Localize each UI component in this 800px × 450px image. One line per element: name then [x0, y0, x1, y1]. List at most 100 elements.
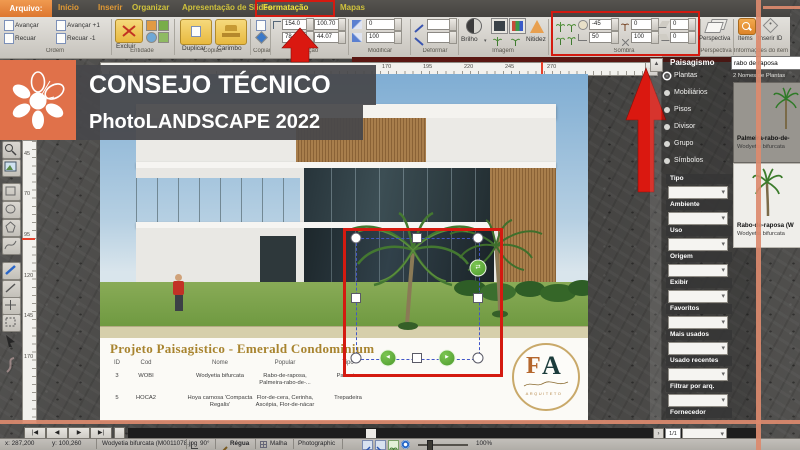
- rectangle-tool-button[interactable]: [2, 183, 21, 201]
- selection-handle-bc[interactable]: [412, 353, 422, 363]
- rotate-left-button[interactable]: ◄: [379, 349, 397, 367]
- selection-handle-tc[interactable]: [412, 233, 422, 243]
- category-grupo[interactable]: Grupo: [664, 138, 693, 150]
- pos-y-spinner[interactable]: [338, 18, 346, 31]
- color-image-icon[interactable]: [509, 18, 526, 34]
- plant-entity-icon[interactable]: [158, 20, 169, 31]
- target-zoom-icon[interactable]: [401, 439, 410, 449]
- inserir-id-button[interactable]: Inserir ID: [758, 36, 782, 42]
- pen-tool-button[interactable]: [2, 262, 21, 280]
- selection-handle-tr[interactable]: [472, 232, 484, 244]
- filter-combo-tipo[interactable]: [668, 186, 728, 199]
- recuar-button[interactable]: Recuar: [15, 35, 36, 42]
- filter-combo-exibir[interactable]: [668, 290, 728, 303]
- regua-toggle[interactable]: Régua: [230, 440, 249, 447]
- recuar-1-button[interactable]: Recuar -1: [67, 35, 96, 42]
- perspectiva-button[interactable]: Perspectiva: [699, 36, 730, 42]
- filter-combo-filtrar-arq[interactable]: [668, 394, 728, 407]
- nitidez-button[interactable]: Nitidez: [526, 36, 546, 43]
- deform-x-field[interactable]: [427, 19, 451, 30]
- sidebar-scrollbar[interactable]: [650, 72, 661, 420]
- category-pisos[interactable]: Pisos: [664, 104, 691, 116]
- rotation-field[interactable]: 0: [366, 19, 396, 30]
- plant-card-1[interactable]: Palmeira-rabo-de- Wodyetia bifurcata: [733, 82, 800, 163]
- group-plant-icon[interactable]: [158, 32, 169, 43]
- menu-organizar[interactable]: Organizar: [132, 3, 169, 12]
- ellipse-tool-button[interactable]: [2, 201, 21, 219]
- category-mobiliarios[interactable]: Mobiliários: [664, 87, 707, 99]
- zoom-tool-button[interactable]: [2, 141, 21, 159]
- image-tool-button[interactable]: [2, 159, 21, 177]
- polygon-tool-button[interactable]: [2, 219, 21, 237]
- brilho-button[interactable]: Brilho: [461, 36, 478, 43]
- category-divisor[interactable]: Divisor: [664, 121, 695, 133]
- deform-pen2-icon[interactable]: [414, 33, 424, 46]
- filter-combo-uso[interactable]: [668, 238, 728, 251]
- edit-blue-icon[interactable]: [362, 440, 373, 450]
- plant-tool2-icon[interactable]: [511, 33, 520, 46]
- horizontal-scrollbar-thumb[interactable]: [366, 429, 376, 438]
- file-menu-button[interactable]: Arquivo:: [0, 0, 52, 17]
- opacity-field[interactable]: 100: [366, 32, 396, 43]
- status-separator: [293, 439, 294, 449]
- flip-vertical-icon[interactable]: [352, 33, 362, 42]
- deform-pen-icon[interactable]: [414, 20, 424, 33]
- menu-inicio[interactable]: Início: [58, 3, 79, 12]
- filter-label-uso: Uso: [666, 226, 732, 236]
- sidebar-scroll-up-button[interactable]: ▲: [650, 58, 663, 72]
- visibility-eye-icon[interactable]: [146, 32, 157, 43]
- deform-y-spinner[interactable]: [449, 31, 457, 44]
- line-tool-button[interactable]: [2, 280, 21, 298]
- selection-handle-mr[interactable]: [473, 293, 483, 303]
- copy-icon[interactable]: [256, 20, 266, 31]
- move-tool-button[interactable]: [2, 297, 21, 315]
- malha-toggle[interactable]: Malha: [270, 440, 287, 447]
- entity-icon[interactable]: [146, 20, 157, 31]
- zoom-slider-track[interactable]: [418, 444, 468, 446]
- filter-combo-origem[interactable]: [668, 264, 728, 277]
- arrow-tool-icon[interactable]: [4, 334, 18, 353]
- search-input[interactable]: [731, 56, 800, 70]
- overlay-subtitle: PhotoLANDSCAPE 2022: [76, 105, 363, 140]
- group-label-deformar: Deformar: [422, 48, 448, 54]
- avancar-button[interactable]: Avançar: [15, 22, 39, 29]
- selection-handle-br[interactable]: [472, 352, 484, 364]
- mirror-handle-button[interactable]: ⇄: [469, 259, 487, 277]
- rotate-right-button[interactable]: ►: [438, 349, 456, 367]
- avancar-1-button[interactable]: Avançar +1: [67, 22, 100, 29]
- flip-horizontal-icon[interactable]: [352, 20, 362, 29]
- selection-handle-ml[interactable]: [351, 293, 361, 303]
- category-simbolos[interactable]: Símbolos: [664, 155, 703, 167]
- col-header-popular: Popular: [274, 360, 296, 366]
- curve-tool-button[interactable]: [2, 237, 21, 255]
- plant-card-2-selected[interactable]: Rabo-de-raposa (W Wodyetia bifurcata: [733, 163, 800, 248]
- select-tool-button[interactable]: [2, 314, 21, 332]
- height-spinner[interactable]: [338, 31, 346, 44]
- items-button[interactable]: Items: [738, 36, 753, 42]
- deform-x-spinner[interactable]: [449, 18, 457, 31]
- category-plantas[interactable]: Plantas: [664, 70, 697, 82]
- zoom-slider-handle[interactable]: [427, 440, 433, 450]
- opacity-spinner[interactable]: [394, 31, 402, 44]
- plant-tool-icon[interactable]: [493, 33, 502, 46]
- decor-horizontal-line: [0, 420, 800, 424]
- scurve-tool-icon[interactable]: [3, 356, 17, 379]
- selection-handle-tl[interactable]: [350, 232, 362, 244]
- filter-combo-favoritos[interactable]: [668, 316, 728, 329]
- menu-inserir[interactable]: Inserir: [98, 3, 122, 12]
- deform-y-field[interactable]: [427, 32, 451, 43]
- selection-handle-bl[interactable]: [350, 352, 362, 364]
- filter-combo-mais-usados[interactable]: [668, 342, 728, 355]
- filter-combo-usado-recentes[interactable]: [668, 368, 728, 381]
- render-mode-selector[interactable]: Photographic: [298, 440, 335, 447]
- sombra-highlight-box: [551, 11, 700, 56]
- filter-combo-ambiente[interactable]: [668, 212, 728, 225]
- plant-status-icon[interactable]: [388, 440, 399, 450]
- menu-mapas[interactable]: Mapas: [340, 3, 365, 12]
- rotation-spinner[interactable]: [394, 18, 402, 31]
- edit-blue2-icon[interactable]: [375, 440, 386, 450]
- radio-icon: [664, 157, 670, 164]
- ribbon-separator: [548, 19, 549, 55]
- vertical-ruler[interactable]: [22, 140, 37, 424]
- image-frame-icon[interactable]: [491, 18, 508, 34]
